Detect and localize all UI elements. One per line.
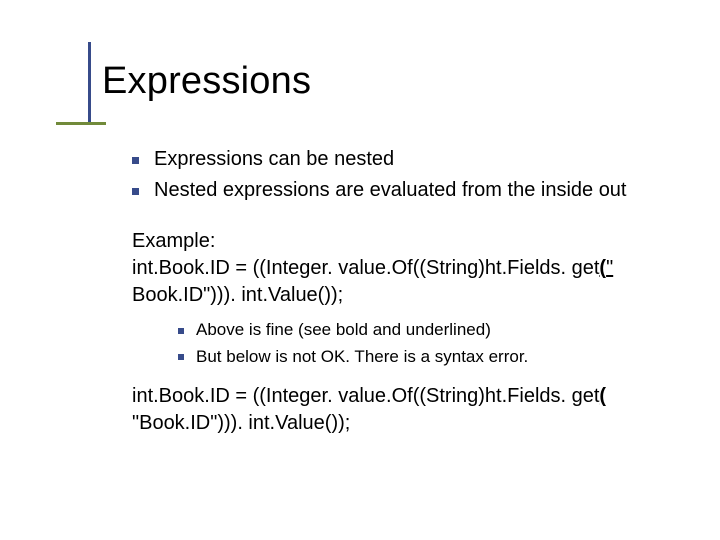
bullet-list-sub: Above is fine (see bold and underlined) … [178,319,680,369]
example-label: Example: [132,230,215,252]
slide-body: Expressions can be nested Nested express… [132,146,680,445]
bullet-item: Expressions can be nested [132,146,680,173]
slide-title: Expressions [102,60,311,103]
example-block-good: Example: int.Book.ID = ((Integer. value.… [132,228,680,309]
code-text: int.Book.ID = ((Integer. value.Of((Strin… [132,257,599,279]
bullet-list-top: Expressions can be nested Nested express… [132,146,680,204]
bullet-item: Above is fine (see bold and underlined) [178,319,680,342]
slide: Expressions Expressions can be nested Ne… [0,0,720,540]
code-text: int.Book.ID = ((Integer. value.Of((Strin… [132,385,599,407]
code-text: Book.ID"))). int.Value()); [132,284,343,306]
example-block-bad: int.Book.ID = ((Integer. value.Of((Strin… [132,383,680,437]
accent-rule-vertical [88,42,91,122]
bullet-item: But below is not OK. There is a syntax e… [178,346,680,369]
code-emph-quote: " [606,257,613,279]
bullet-item: Nested expressions are evaluated from th… [132,177,680,204]
code-emph-paren: ( [599,385,606,407]
code-text: "Book.ID"))). int.Value()); [132,412,350,434]
accent-rule-horizontal [56,122,106,125]
